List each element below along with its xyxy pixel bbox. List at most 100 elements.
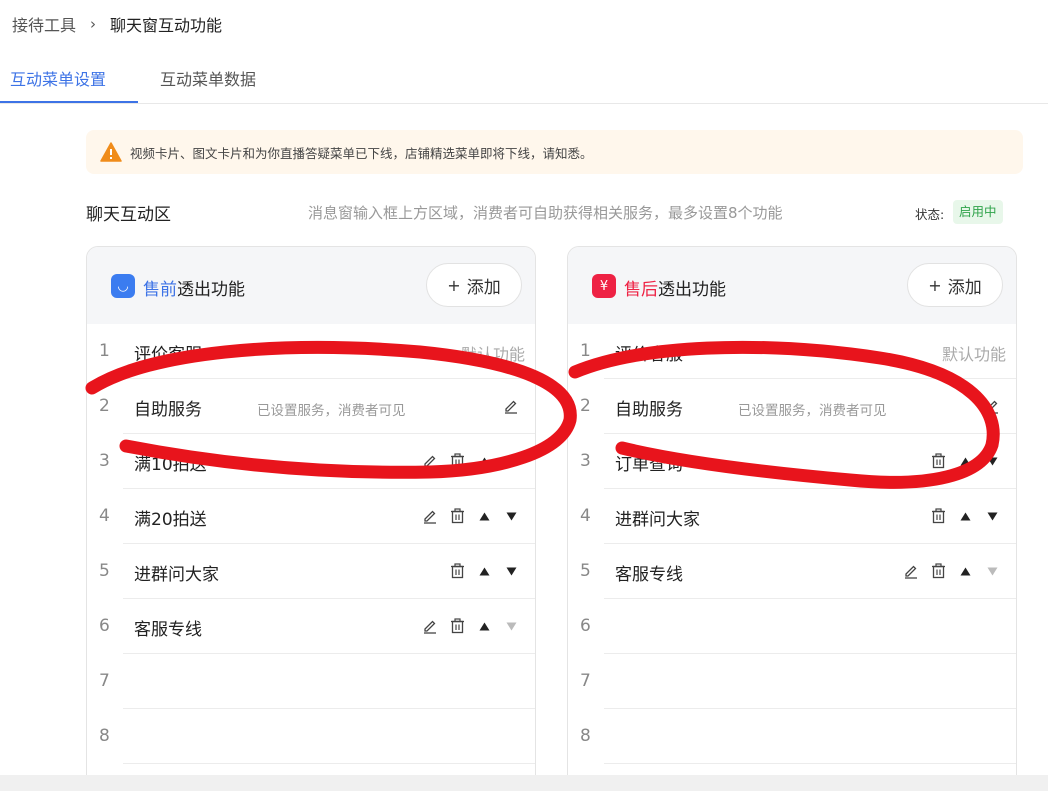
- row-actions: [440, 562, 521, 580]
- pre-sale-panel: ◡ 售前透出功能 + 添加 1 评价客服 默认功能 2 自助服务 已设置服务，消费者可见 …: [86, 246, 536, 791]
- default-function-label: 默认功能: [460, 345, 525, 364]
- panel-title: 售后透出功能: [624, 275, 726, 300]
- row-number: 1: [99, 341, 110, 361]
- row-name: 客服专线: [615, 565, 683, 585]
- chevron-right-icon: ›: [90, 15, 97, 33]
- edit-icon[interactable]: [420, 452, 440, 470]
- move-down-icon[interactable]: [982, 507, 1002, 525]
- trash-icon[interactable]: [928, 562, 948, 580]
- row-actions: [894, 562, 1002, 580]
- move-up-icon[interactable]: [474, 507, 494, 525]
- row-number: 8: [580, 726, 591, 746]
- breadcrumb-parent-link[interactable]: 接待工具: [12, 12, 76, 36]
- list-item: 8: [87, 709, 535, 764]
- row-number: 4: [580, 506, 591, 526]
- list-item: 5 进群问大家: [87, 544, 535, 599]
- panel-title-rest: 透出功能: [177, 280, 245, 300]
- move-up-icon[interactable]: [955, 452, 975, 470]
- yen-icon: ¥: [592, 274, 616, 298]
- list-item: 7: [87, 654, 535, 709]
- tab-menu-settings[interactable]: 互动菜单设置: [10, 66, 106, 90]
- move-down-icon[interactable]: [982, 452, 1002, 470]
- add-button[interactable]: + 添加: [907, 263, 1003, 307]
- list-item: 6: [568, 599, 1016, 654]
- row-name: 订单查询: [615, 455, 683, 475]
- edit-icon[interactable]: [501, 397, 521, 415]
- move-down-icon: [501, 617, 521, 635]
- row-actions: [921, 507, 1002, 525]
- list-item: 4 满20拍送: [87, 489, 535, 544]
- panel-header: ¥ 售后透出功能 + 添加: [568, 247, 1016, 324]
- row-name: 满10拍送: [134, 455, 207, 475]
- row-number: 7: [99, 671, 110, 691]
- tab-menu-data[interactable]: 互动菜单数据: [160, 66, 256, 90]
- row-number: 3: [99, 451, 110, 471]
- move-down-icon[interactable]: [501, 452, 521, 470]
- row-number: 7: [580, 671, 591, 691]
- row-number: 1: [580, 341, 591, 361]
- panel-title: 售前透出功能: [143, 275, 245, 300]
- move-up-icon[interactable]: [955, 507, 975, 525]
- row-name: 自助服务: [134, 400, 202, 420]
- after-sale-panel: ¥ 售后透出功能 + 添加 1 评价客服 默认功能 2 自助服务 已设置服务，消费者可见 …: [567, 246, 1017, 791]
- row-actions: [413, 507, 521, 525]
- row-hint: 已设置服务，消费者可见: [257, 403, 406, 419]
- list-item: 2 自助服务 已设置服务，消费者可见: [87, 379, 535, 434]
- notice-banner: 视频卡片、图文卡片和为你直播答疑菜单已下线，店铺精选菜单即将下线，请知悉。: [86, 130, 1023, 174]
- edit-icon[interactable]: [420, 507, 440, 525]
- list-item: 6 客服专线: [87, 599, 535, 654]
- row-name: 自助服务: [615, 400, 683, 420]
- move-down-icon[interactable]: [501, 562, 521, 580]
- row-divider: [123, 763, 535, 764]
- list-item: 1 评价客服 默认功能: [568, 324, 1016, 379]
- row-number: 2: [99, 396, 110, 416]
- row-hint: 已设置服务，消费者可见: [738, 403, 887, 419]
- row-number: 5: [99, 561, 110, 581]
- row-actions: [494, 397, 521, 415]
- trash-icon[interactable]: [928, 507, 948, 525]
- row-name: 评价客服: [615, 345, 683, 365]
- row-name: 客服专线: [134, 620, 202, 640]
- trash-icon[interactable]: [928, 452, 948, 470]
- move-up-icon[interactable]: [474, 617, 494, 635]
- trash-icon[interactable]: [447, 562, 467, 580]
- panel-title-rest: 透出功能: [658, 280, 726, 300]
- section-title: 聊天互动区: [86, 205, 171, 225]
- add-button[interactable]: + 添加: [426, 263, 522, 307]
- plus-icon: +: [447, 275, 461, 295]
- status-badge: 启用中: [953, 200, 1003, 224]
- bag-icon: ◡: [111, 274, 135, 298]
- add-button-label: 添加: [947, 277, 982, 298]
- trash-icon[interactable]: [447, 507, 467, 525]
- row-number: 4: [99, 506, 110, 526]
- edit-icon[interactable]: [420, 617, 440, 635]
- list-item: 4 进群问大家: [568, 489, 1016, 544]
- section-description: 消息窗输入框上方区域，消费者可自助获得相关服务，最多设置8个功能: [308, 204, 783, 222]
- list-item: 7: [568, 654, 1016, 709]
- breadcrumb-current: 聊天窗互动功能: [110, 16, 223, 35]
- horizontal-scrollbar[interactable]: [0, 775, 1048, 791]
- active-tab-indicator: [0, 101, 138, 103]
- move-up-icon[interactable]: [474, 562, 494, 580]
- row-name: 进群问大家: [134, 565, 219, 585]
- panel-title-highlight: 售前: [143, 280, 177, 300]
- edit-icon[interactable]: [901, 562, 921, 580]
- move-up-icon[interactable]: [474, 452, 494, 470]
- row-actions: [413, 617, 521, 635]
- chat-interaction-section-header: 聊天互动区 消息窗输入框上方区域，消费者可自助获得相关服务，最多设置8个功能 状…: [86, 198, 1023, 226]
- move-down-icon[interactable]: [501, 507, 521, 525]
- trash-icon[interactable]: [447, 452, 467, 470]
- edit-icon[interactable]: [982, 397, 1002, 415]
- row-number: 6: [580, 616, 591, 636]
- move-down-icon: [982, 562, 1002, 580]
- row-name: 评价客服: [134, 345, 202, 365]
- trash-icon[interactable]: [447, 617, 467, 635]
- panel-title-highlight: 售后: [624, 280, 658, 300]
- row-name: 进群问大家: [615, 510, 700, 530]
- row-number: 3: [580, 451, 591, 471]
- move-up-icon[interactable]: [955, 562, 975, 580]
- row-name: 满20拍送: [134, 510, 207, 530]
- row-actions: [975, 397, 1002, 415]
- plus-icon: +: [928, 275, 942, 295]
- list-item: 3 满10拍送: [87, 434, 535, 489]
